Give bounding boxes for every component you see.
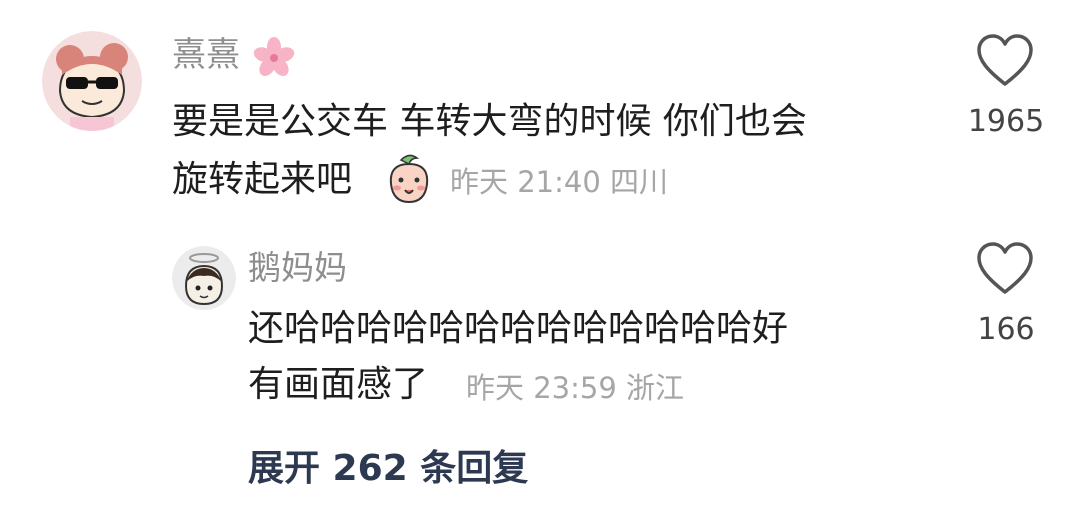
- comment-text-line: 旋转起来吧: [172, 159, 353, 200]
- like-count: 166: [977, 312, 1035, 347]
- angel-character-avatar: [172, 246, 236, 310]
- comment-username[interactable]: 熹熹: [172, 33, 240, 77]
- comment-text-line: 还哈哈哈哈哈哈哈哈哈哈哈哈哈好: [248, 308, 789, 349]
- comment-username[interactable]: 鹅妈妈: [248, 246, 347, 290]
- cartoon-girl-sunglasses-avatar: [42, 31, 142, 131]
- user-avatar[interactable]: [42, 31, 142, 131]
- like-count: 1965: [967, 104, 1045, 139]
- comment-text-line: 要是是公交车 车转大弯的时候 你们也会: [172, 101, 807, 142]
- expand-replies-link[interactable]: 展开 262 条回复: [248, 444, 528, 494]
- cherry-blossom-icon: [253, 37, 295, 76]
- comment-meta: 昨天 21:40 四川: [450, 165, 669, 199]
- peach-emoji: [389, 154, 429, 204]
- comment-text-line: 有画面感了: [248, 364, 429, 405]
- heart-icon[interactable]: [975, 32, 1035, 92]
- heart-icon[interactable]: [975, 240, 1035, 300]
- user-avatar[interactable]: [172, 246, 236, 310]
- comment-meta: 昨天 23:59 浙江: [466, 371, 685, 405]
